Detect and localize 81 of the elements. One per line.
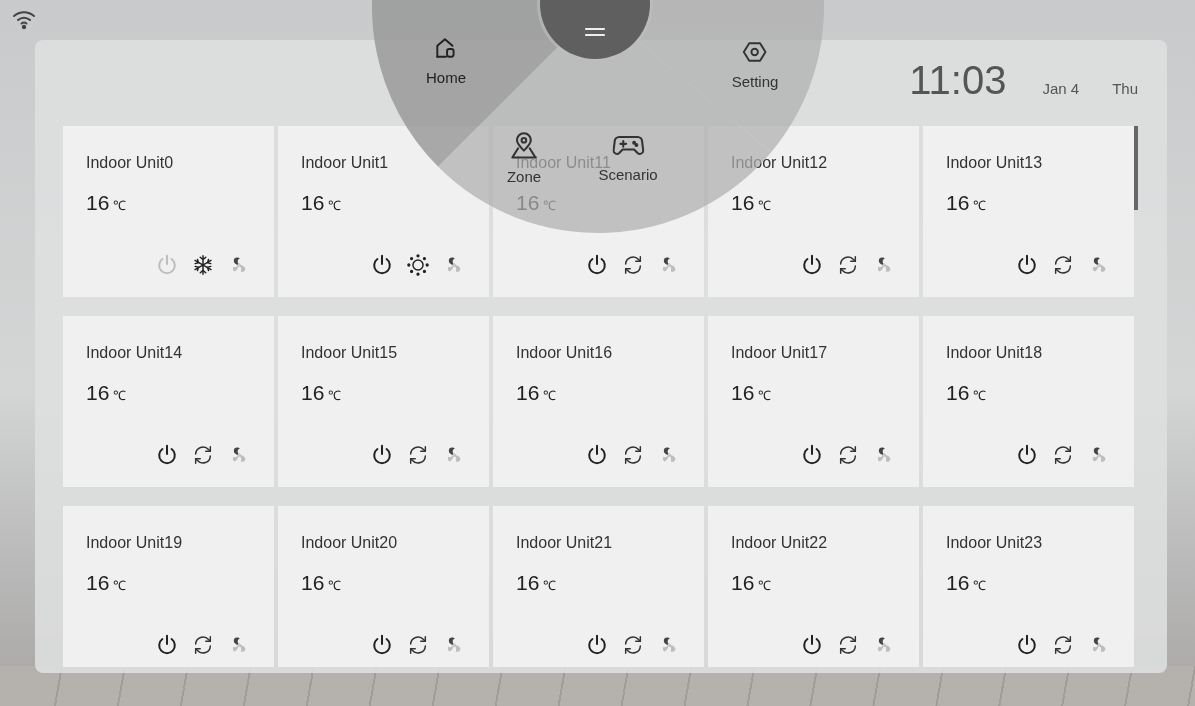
power-icon[interactable] (801, 634, 823, 656)
power-icon[interactable] (801, 444, 823, 466)
temperature-value: 16 (731, 571, 755, 595)
unit-card[interactable]: Indoor Unit18 16 ℃ (923, 316, 1134, 487)
temperature-value: 16 (86, 381, 110, 405)
temperature-unit: ℃ (328, 387, 342, 405)
unit-card[interactable]: Indoor Unit15 16 ℃ (278, 316, 489, 487)
unit-card[interactable]: Indoor Unit21 16 ℃ (493, 506, 704, 667)
unit-name: Indoor Unit21 (516, 534, 613, 552)
unit-name: Indoor Unit22 (731, 534, 828, 552)
temperature-unit: ℃ (328, 197, 342, 215)
temperature-value: 16 (946, 191, 970, 215)
clock-date: Jan 4 (1042, 80, 1080, 97)
unit-card[interactable]: Indoor Unit20 16 ℃ (278, 506, 489, 667)
temperature-value: 16 (946, 381, 970, 405)
unit-card[interactable]: Indoor Unit0 16 ℃ (63, 126, 274, 297)
unit-card[interactable]: Indoor Unit23 16 ℃ (923, 506, 1134, 667)
temperature-value: 16 (86, 571, 110, 595)
power-icon[interactable] (371, 254, 393, 276)
clock-weekday: Thu (1112, 80, 1138, 97)
temperature-value: 16 (301, 381, 325, 405)
menu-icon (584, 27, 606, 37)
temperature-value: 16 (516, 191, 540, 215)
temperature-value: 16 (516, 381, 540, 405)
unit-card[interactable]: Indoor Unit14 16 ℃ (63, 316, 274, 487)
unit-name: Indoor Unit1 (301, 154, 389, 172)
temperature-unit: ℃ (543, 387, 557, 405)
unit-card[interactable]: Indoor Unit19 16 ℃ (63, 506, 274, 667)
unit-name: Indoor Unit15 (301, 344, 398, 362)
temperature-value: 16 (301, 571, 325, 595)
unit-name: Indoor Unit18 (946, 344, 1043, 362)
unit-name: Indoor Unit0 (86, 154, 174, 172)
temperature-unit: ℃ (113, 197, 127, 215)
clock-time: 11:03 (909, 58, 1007, 103)
power-icon[interactable] (1016, 444, 1038, 466)
power-icon[interactable] (586, 444, 608, 466)
power-icon[interactable] (371, 634, 393, 656)
temperature-unit: ℃ (543, 577, 557, 595)
settings-icon (742, 39, 768, 65)
scrollbar[interactable] (1134, 126, 1138, 210)
temperature-unit: ℃ (113, 577, 127, 595)
temperature-unit: ℃ (973, 577, 987, 595)
temperature-unit: ℃ (113, 387, 127, 405)
temperature-unit: ℃ (758, 577, 772, 595)
power-icon[interactable] (1016, 254, 1038, 276)
temperature-value: 16 (301, 191, 325, 215)
temperature-unit: ℃ (543, 197, 557, 215)
unit-name: Indoor Unit17 (731, 344, 828, 362)
temperature-value: 16 (731, 381, 755, 405)
power-icon[interactable] (371, 444, 393, 466)
menu-label[interactable]: Setting (731, 74, 779, 90)
unit-card[interactable]: Indoor Unit22 16 ℃ (708, 506, 919, 667)
power-icon[interactable] (586, 254, 608, 276)
power-icon[interactable] (1016, 634, 1038, 656)
temperature-unit: ℃ (973, 197, 987, 215)
unit-card[interactable]: Indoor Unit13 16 ℃ (923, 126, 1134, 297)
temperature-value: 16 (86, 191, 110, 215)
power-icon[interactable] (156, 634, 178, 656)
menu-label[interactable]: Scenario (598, 167, 658, 183)
temperature-unit: ℃ (973, 387, 987, 405)
menu-label[interactable]: Home (426, 70, 466, 86)
unit-name: Indoor Unit16 (516, 344, 613, 362)
temperature-value: 16 (731, 191, 755, 215)
power-icon[interactable] (156, 444, 178, 466)
temperature-unit: ℃ (328, 577, 342, 595)
unit-name: Indoor Unit23 (946, 534, 1043, 552)
power-icon[interactable] (586, 634, 608, 656)
wifi-icon (12, 8, 36, 30)
temperature-value: 16 (946, 571, 970, 595)
unit-name: Indoor Unit19 (86, 534, 183, 552)
temperature-unit: ℃ (758, 197, 772, 215)
unit-card[interactable]: Indoor Unit16 16 ℃ (493, 316, 704, 487)
unit-name: Indoor Unit14 (86, 344, 183, 362)
temperature-value: 16 (516, 571, 540, 595)
menu-label[interactable]: Zone (506, 169, 542, 185)
unit-name: Indoor Unit20 (301, 534, 398, 552)
unit-card[interactable]: Indoor Unit17 16 ℃ (708, 316, 919, 487)
unit-name: Indoor Unit12 (731, 154, 828, 172)
temperature-unit: ℃ (758, 387, 772, 405)
power-icon[interactable] (801, 254, 823, 276)
unit-name: Indoor Unit13 (946, 154, 1043, 172)
